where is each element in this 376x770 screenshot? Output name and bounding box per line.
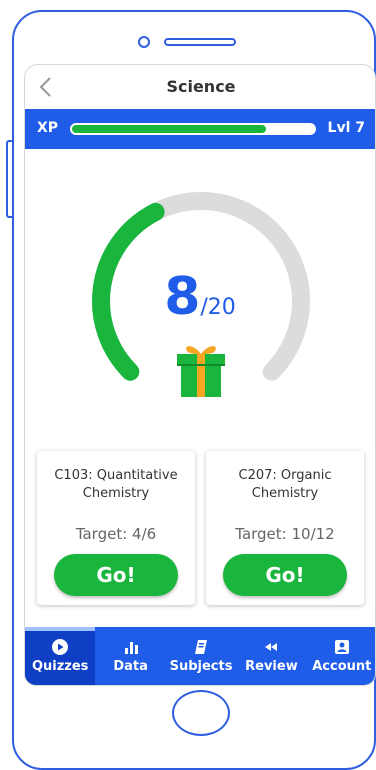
quiz-card: C207: Organic Chemistry Target: 10/12 Go… (206, 451, 364, 605)
go-button[interactable]: Go! (54, 554, 178, 596)
top-bar: Science (25, 65, 375, 109)
bottom-nav: Quizzes Data Subjects Review Account (25, 627, 375, 685)
card-target: Target: 10/12 (235, 525, 335, 543)
play-circle-icon (52, 639, 69, 655)
nav-label: Data (113, 659, 148, 674)
nav-item-data[interactable]: Data (95, 627, 165, 685)
app-screen: Science XP Lvl 7 8/20 C103: Quantitative… (24, 64, 376, 686)
go-button[interactable]: Go! (223, 554, 347, 596)
nav-label: Quizzes (31, 659, 89, 674)
card-title: C207: Organic Chemistry (238, 468, 332, 501)
xp-label: XP (37, 120, 59, 136)
level-label: Lvl 7 (327, 120, 365, 136)
nav-item-subjects[interactable]: Subjects (166, 627, 236, 685)
speaker-grille (164, 38, 236, 46)
score-total: /20 (200, 295, 236, 320)
gift-icon[interactable] (175, 341, 227, 399)
bar-chart-icon (124, 642, 138, 654)
nav-item-account[interactable]: Account (307, 627, 375, 685)
page-title: Science (166, 77, 236, 96)
score-display: 8/20 (25, 267, 375, 327)
book-icon (195, 640, 208, 654)
nav-item-review[interactable]: Review (236, 627, 306, 685)
score-value: 8 (164, 267, 201, 327)
nav-label: Account (312, 659, 372, 674)
nav-item-quizzes[interactable]: Quizzes (25, 627, 96, 685)
account-icon (334, 640, 349, 654)
xp-progress-fill (72, 125, 266, 133)
xp-progress-track (70, 123, 316, 135)
card-title: C103: Quantitative Chemistry (54, 468, 178, 501)
nav-label: Review (245, 659, 298, 674)
xp-bar: XP Lvl 7 (25, 109, 375, 149)
home-button[interactable] (172, 690, 230, 736)
card-target: Target: 4/6 (75, 525, 157, 543)
quiz-card: C103: Quantitative Chemistry Target: 4/6… (37, 451, 195, 605)
rewind-icon (265, 643, 278, 651)
camera-icon (138, 36, 150, 48)
nav-label: Subjects (169, 659, 233, 674)
